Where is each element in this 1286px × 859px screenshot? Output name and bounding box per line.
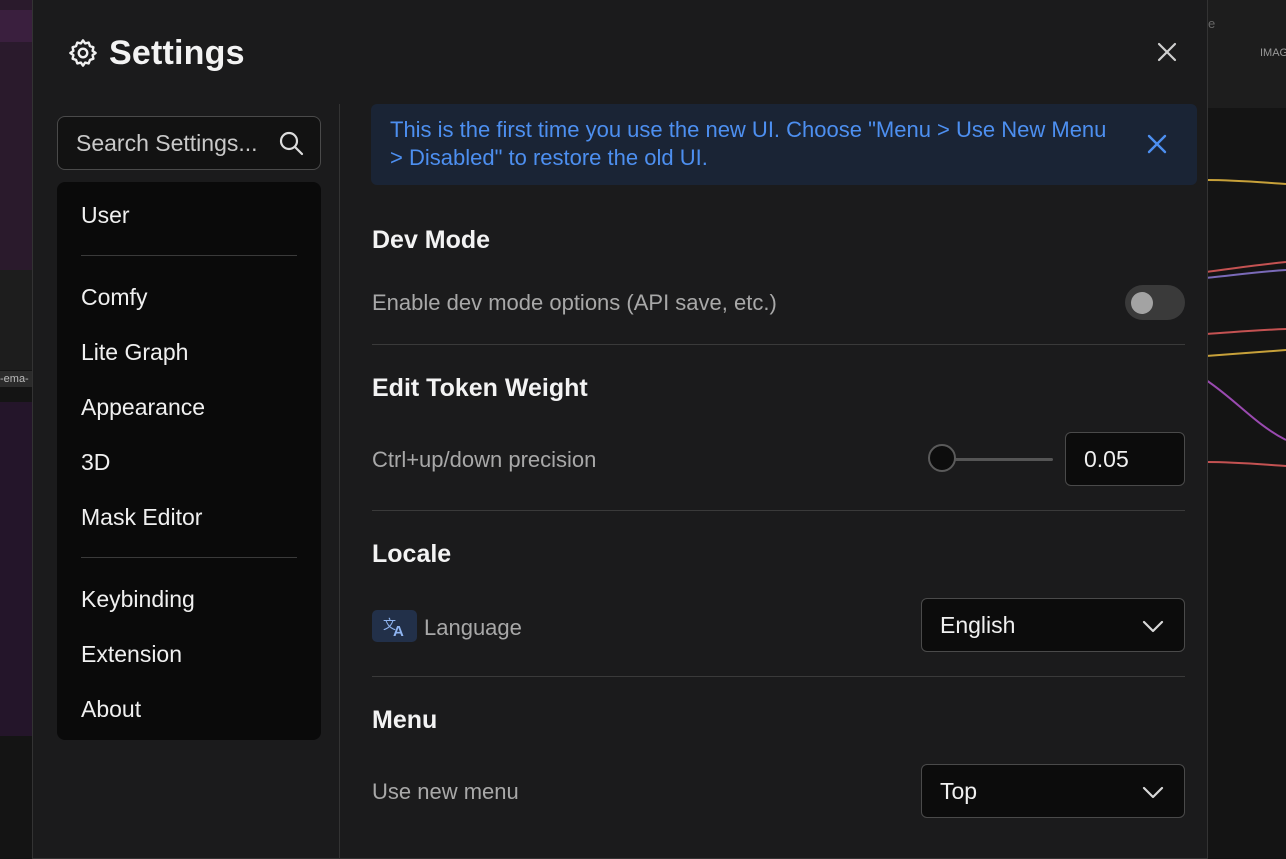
panel-divider bbox=[339, 104, 340, 859]
section-title-dev-mode: Dev Mode bbox=[372, 226, 491, 254]
menu-select-value: Top bbox=[940, 778, 978, 804]
sidebar-divider bbox=[81, 255, 297, 256]
section-title-locale: Locale bbox=[372, 540, 452, 568]
new-ui-info-banner: This is the first time you use the new U… bbox=[371, 104, 1197, 185]
precision-number-input[interactable] bbox=[1065, 432, 1185, 486]
precision-slider-thumb[interactable] bbox=[928, 444, 956, 472]
section-divider bbox=[372, 510, 1185, 511]
canvas-node-label: -ema- bbox=[0, 371, 32, 387]
gear-icon bbox=[69, 39, 97, 67]
language-select-value: English bbox=[940, 612, 1016, 638]
canvas-node-slot-label: IMAG bbox=[1260, 47, 1286, 59]
canvas-node-right: e IMAG bbox=[1208, 0, 1286, 108]
sidebar-divider bbox=[81, 557, 297, 558]
menu-position-select[interactable]: Top bbox=[921, 764, 1185, 818]
dialog-header: Settings bbox=[67, 32, 245, 74]
section-title-edit-token-weight: Edit Token Weight bbox=[372, 374, 588, 402]
close-icon[interactable] bbox=[1153, 38, 1181, 66]
canvas-wires bbox=[1206, 179, 1286, 467]
canvas-node-left bbox=[0, 0, 32, 270]
sidebar-item-about[interactable]: About bbox=[81, 696, 141, 723]
chevron-down-icon bbox=[1142, 786, 1164, 799]
settings-sidebar: User Comfy Lite Graph Appearance 3D Mask… bbox=[57, 182, 321, 740]
setting-label-dev-mode: Enable dev mode options (API save, etc.) bbox=[372, 290, 777, 315]
section-divider bbox=[372, 676, 1185, 677]
sidebar-item-extension[interactable]: Extension bbox=[81, 641, 182, 668]
canvas-group-left bbox=[0, 402, 32, 736]
search-input[interactable] bbox=[58, 117, 268, 169]
chevron-down-icon bbox=[1142, 620, 1164, 633]
sidebar-item-3d[interactable]: 3D bbox=[81, 449, 110, 476]
sidebar-item-appearance[interactable]: Appearance bbox=[81, 394, 205, 421]
sidebar-item-keybinding[interactable]: Keybinding bbox=[81, 586, 195, 613]
close-icon[interactable] bbox=[1145, 132, 1169, 156]
setting-label-token-precision: Ctrl+up/down precision bbox=[372, 447, 597, 472]
dev-mode-toggle[interactable] bbox=[1125, 285, 1185, 320]
precision-slider-track[interactable] bbox=[943, 458, 1053, 461]
setting-label-use-new-menu: Use new menu bbox=[372, 779, 519, 804]
search-settings-box bbox=[57, 116, 321, 170]
toggle-knob bbox=[1131, 292, 1153, 314]
translate-icon-badge: 文 A bbox=[372, 610, 417, 642]
sidebar-item-user[interactable]: User bbox=[81, 202, 130, 229]
sidebar-item-mask-editor[interactable]: Mask Editor bbox=[81, 504, 202, 531]
svg-text:A: A bbox=[393, 623, 404, 640]
banner-message: This is the first time you use the new U… bbox=[390, 117, 1107, 170]
search-icon[interactable] bbox=[278, 130, 304, 156]
section-title-menu: Menu bbox=[372, 706, 438, 734]
language-select[interactable]: English bbox=[921, 598, 1185, 652]
sidebar-item-lite-graph[interactable]: Lite Graph bbox=[81, 339, 188, 366]
settings-dialog: Settings User Comfy Lite Graph Appearanc… bbox=[32, 0, 1208, 859]
section-divider bbox=[372, 344, 1185, 345]
setting-label-language: Language bbox=[424, 615, 522, 640]
dialog-title: Settings bbox=[109, 33, 245, 72]
sidebar-item-comfy[interactable]: Comfy bbox=[81, 284, 147, 311]
translate-icon: 文 A bbox=[383, 618, 404, 640]
